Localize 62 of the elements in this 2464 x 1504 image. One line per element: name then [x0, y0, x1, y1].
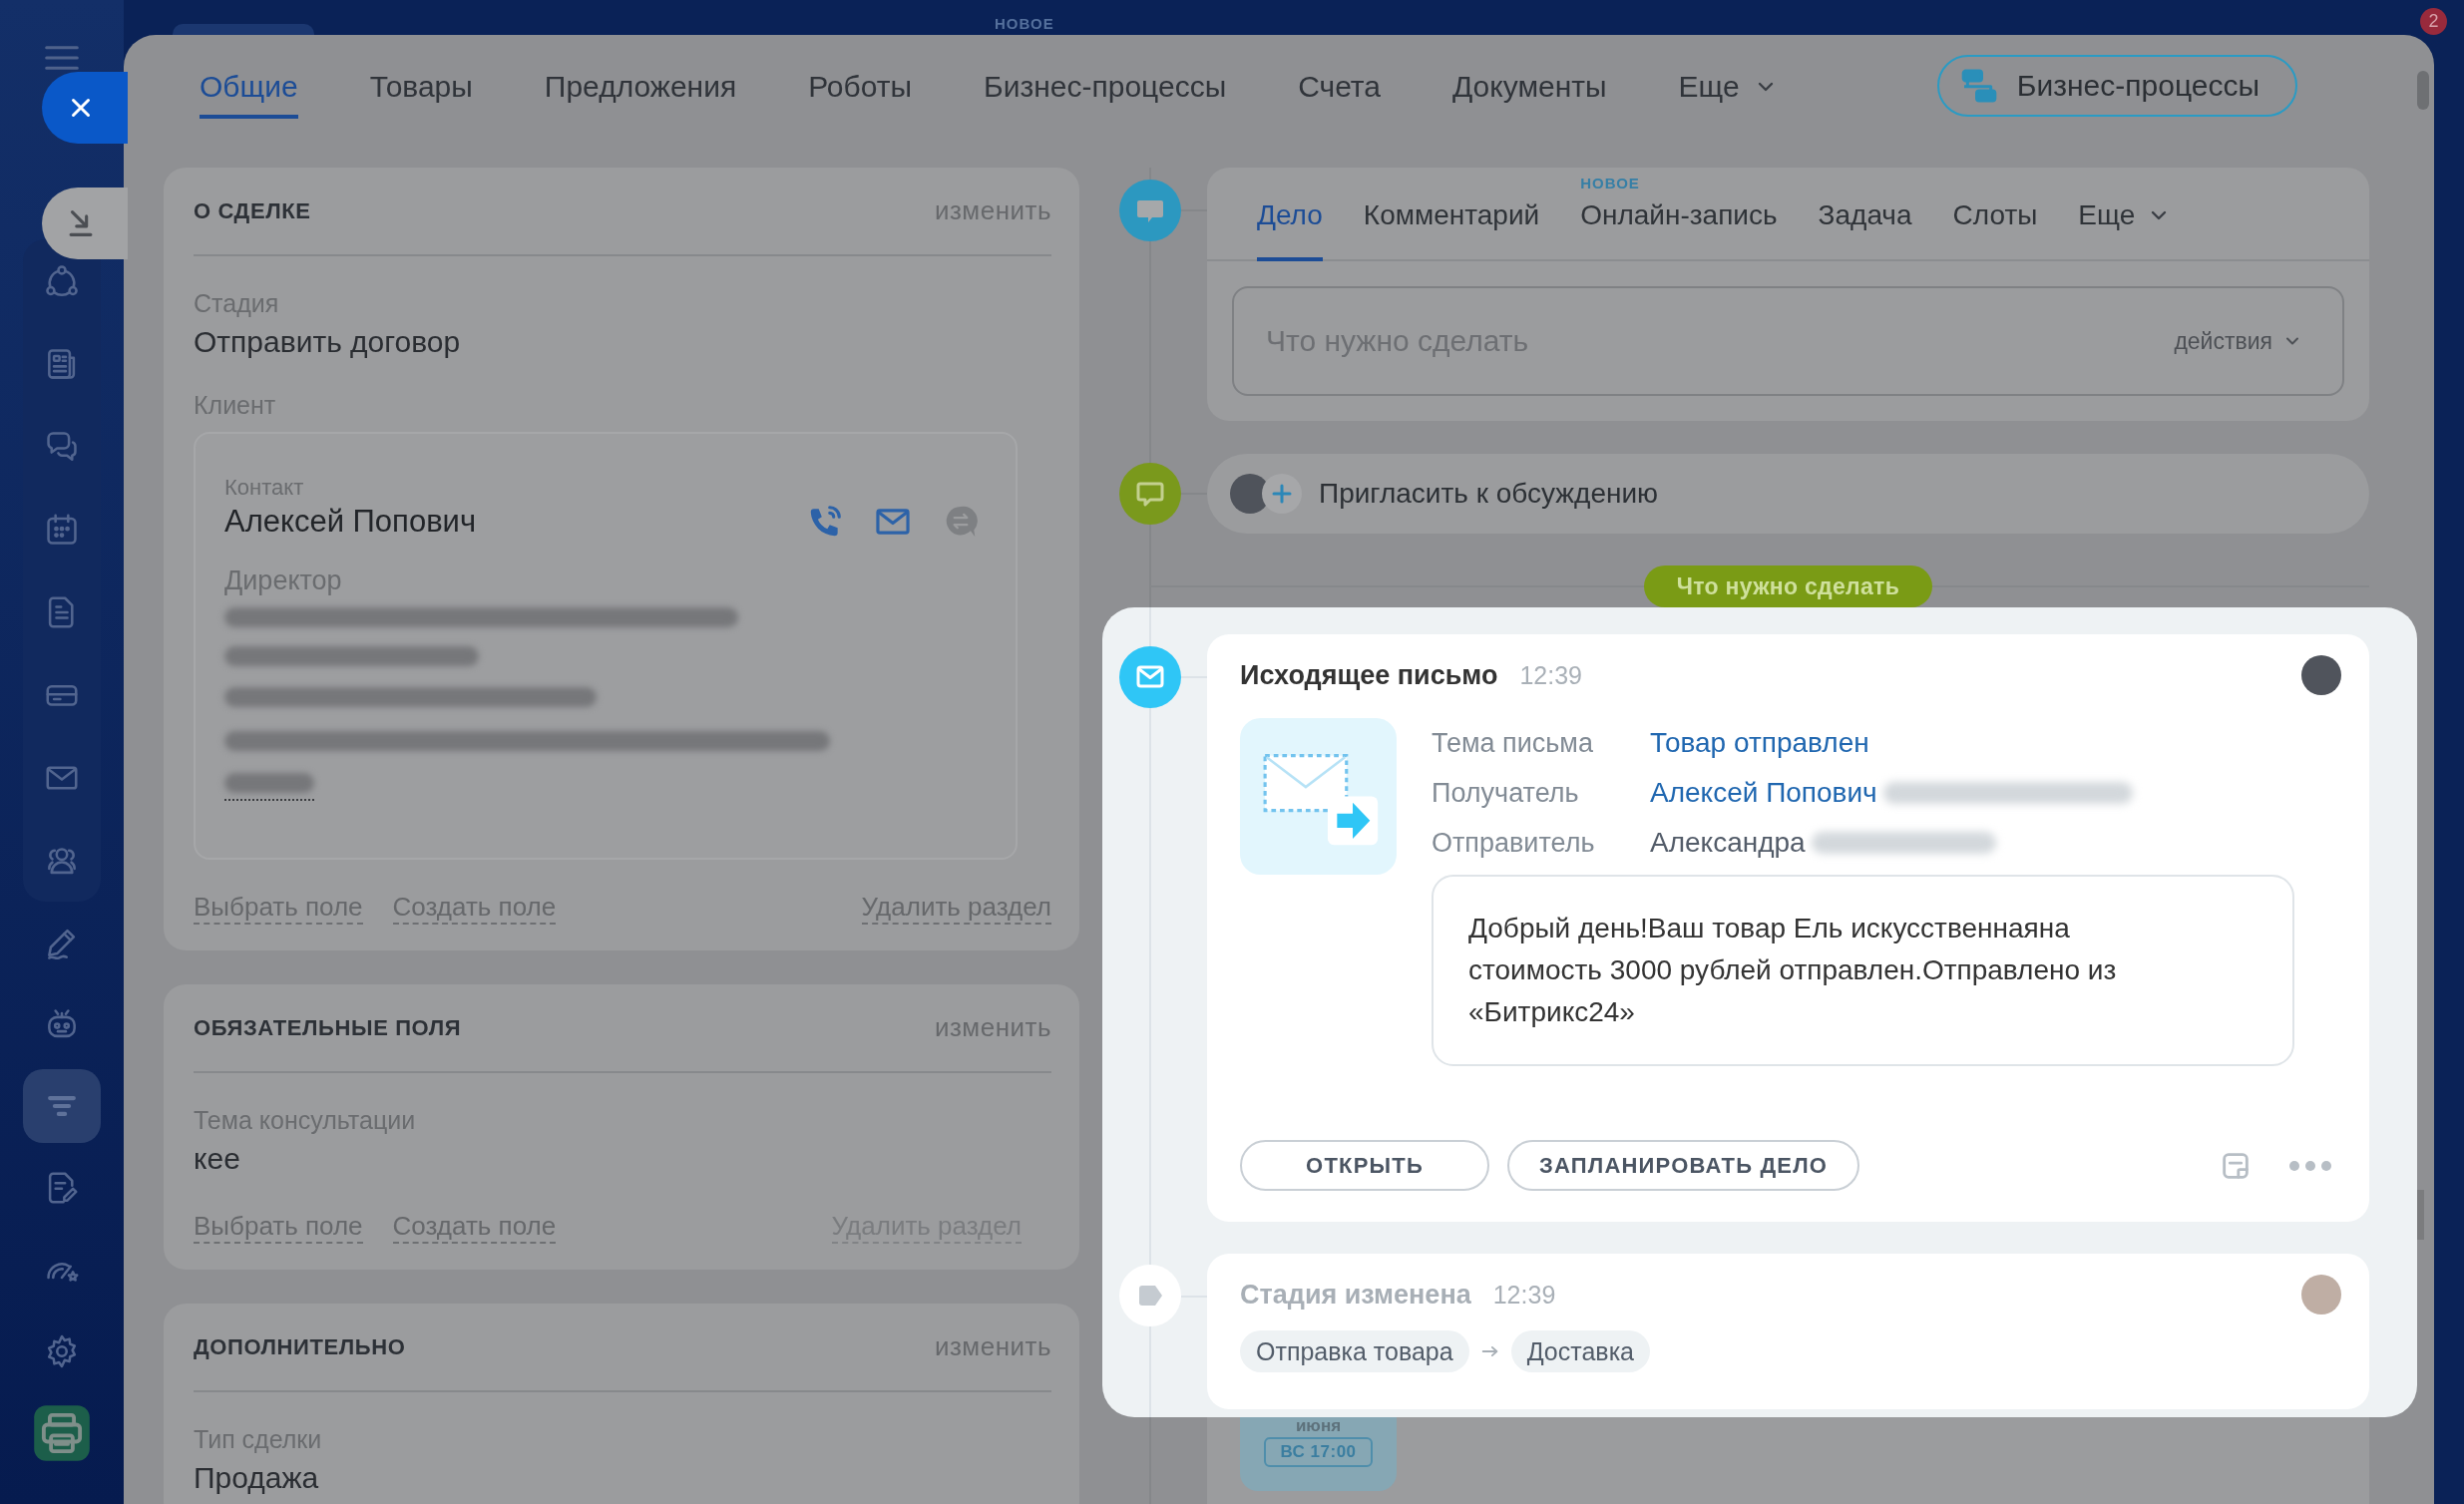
invite-bar[interactable]: Пригласить к обсуждению [1207, 454, 2369, 534]
tab[interactable]: Еще [2078, 168, 2172, 261]
calendar-slot: ВС 17:00 [1264, 1437, 1373, 1467]
tab[interactable]: НОВОЕ Онлайн-запись [1580, 168, 1778, 261]
email-link[interactable]: Товар отправлен [1650, 727, 1869, 759]
section-title: ОБЯЗАТЕЛЬНЫЕ ПОЛЯ [194, 1014, 462, 1041]
stage-chip: Доставка [1510, 1330, 1651, 1372]
field-label: Отправитель [1432, 827, 1596, 859]
collapse-button[interactable] [42, 188, 128, 259]
stage-chip: Отправка товара [1240, 1330, 1469, 1372]
new-label: НОВОЕ [1580, 174, 1640, 193]
more-icon[interactable] [2288, 1159, 2332, 1172]
tab[interactable]: Общие [200, 35, 298, 119]
business-process-button[interactable]: Бизнес-процессы [1936, 55, 2297, 117]
contact-name[interactable]: Алексей Попович [224, 504, 477, 540]
field-value: Продажа [194, 1460, 320, 1496]
email-link[interactable]: Алексей Попович [1650, 777, 1877, 809]
scrollbar-thumb[interactable] [2417, 1190, 2424, 1240]
field-label: Получатель [1432, 777, 1580, 809]
field-value: Александра [1650, 827, 1806, 859]
close-button[interactable] [42, 72, 128, 144]
section-title: О СДЕЛКЕ [194, 197, 311, 224]
message-text: Добрый день!Ваш товар Ель искусственнаяна стоимость 3000 рублей отправлен.Отправлено из «Битрикс24» [1468, 912, 2118, 1029]
calendar-month: июня [1295, 1417, 1342, 1435]
tab[interactable]: Документы [1451, 35, 1607, 119]
tab[interactable]: Товары [369, 35, 473, 119]
avatar [2301, 1275, 2341, 1315]
tab[interactable]: Задача [1818, 168, 1912, 261]
tab[interactable]: Комментарий [1363, 168, 1540, 261]
scrollbar-thumb[interactable] [2417, 71, 2429, 110]
notification-count[interactable]: 2 [2420, 8, 2447, 35]
tab[interactable]: Бизнес-процессы [984, 35, 1227, 119]
time: 12:39 [1519, 660, 1582, 690]
speech-bubble-icon [1119, 180, 1181, 241]
tag-icon [1119, 1265, 1181, 1326]
tab[interactable]: Предложения [544, 35, 737, 119]
actions-dropdown[interactable]: действия [2174, 327, 2302, 355]
invite-text: Пригласить к обсуждению [1319, 478, 1659, 510]
blurred-link[interactable] [224, 772, 314, 801]
avatar [2301, 655, 2341, 695]
tab[interactable]: Слоты [1952, 168, 2038, 261]
section-title: ДОПОЛНИТЕЛЬНО [194, 1333, 406, 1360]
printer-icon[interactable] [33, 1404, 91, 1462]
stage-title: Стадия изменена [1240, 1279, 1471, 1311]
envelope-icon [1119, 646, 1181, 708]
schedule-button[interactable]: ЗАПЛАНИРОВАТЬ ДЕЛО [1507, 1140, 1860, 1191]
tab[interactable]: Роботы [808, 35, 913, 119]
email-title[interactable]: Исходящее письмо [1240, 659, 1498, 691]
open-button[interactable]: ОТКРЫТЬ [1240, 1140, 1489, 1191]
tab[interactable]: Еще [1678, 35, 1778, 119]
menu-icon[interactable] [45, 46, 79, 70]
tab[interactable]: Счета [1298, 35, 1381, 119]
tab[interactable]: Дело [1257, 168, 1323, 261]
comment-icon [1119, 463, 1181, 525]
plus-icon[interactable] [1262, 474, 1302, 514]
sidebar-item[interactable] [23, 1069, 101, 1143]
section-divider-label: Что нужно сделать [1643, 565, 1933, 607]
new-label: НОВОЕ [995, 16, 1054, 32]
field-label: Тема письма [1432, 727, 1594, 759]
time: 12:39 [1492, 1280, 1556, 1310]
field-value: кее [194, 1141, 241, 1177]
field-value: Отправить договор [194, 324, 462, 360]
